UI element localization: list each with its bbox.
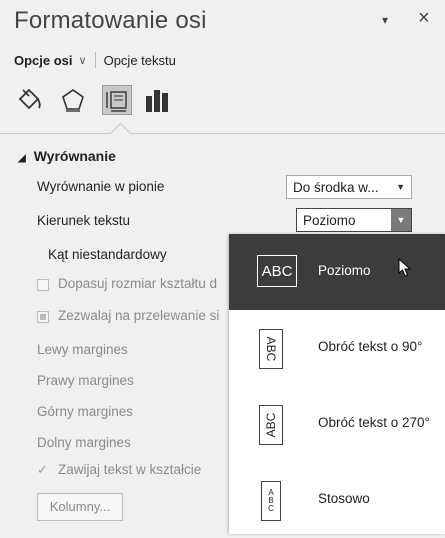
top-margin-label: Górny margines bbox=[37, 404, 134, 419]
menu-item-horizontal[interactable]: ABC Poziomo bbox=[229, 234, 445, 310]
panel-options-dropdown-icon[interactable]: ▾ bbox=[382, 13, 388, 27]
chevron-down-icon[interactable]: ▼ bbox=[391, 209, 411, 231]
menu-item-stacked[interactable]: ABC Stosowo bbox=[229, 462, 445, 538]
icon-row-divider bbox=[0, 133, 445, 134]
tab-divider bbox=[94, 52, 96, 68]
text-direction-label: Kierunek tekstu bbox=[37, 213, 131, 228]
stacked-preview-icon: ABC bbox=[261, 481, 281, 521]
bottom-margin-label: Dolny margines bbox=[37, 435, 131, 450]
overflow-checkbox[interactable] bbox=[37, 311, 49, 323]
mouse-pointer-icon bbox=[398, 257, 412, 283]
wrap-checkbox[interactable]: ✓ bbox=[37, 463, 51, 476]
category-icon-row bbox=[14, 85, 434, 115]
vertical-alignment-label: Wyrównanie w pionie bbox=[37, 179, 165, 194]
menu-item-rotate-270[interactable]: ABC Obróć tekst o 270° bbox=[229, 386, 445, 462]
size-properties-icon[interactable] bbox=[102, 85, 132, 115]
text-direction-select[interactable]: Poziomo ▼ bbox=[296, 208, 412, 232]
custom-angle-label: Kąt niestandardowy bbox=[48, 247, 167, 262]
wrap-label: Zawijaj tekst w kształcie bbox=[58, 462, 202, 477]
tab-axis-options[interactable]: Opcje osi bbox=[14, 53, 73, 68]
horizontal-preview-icon: ABC bbox=[257, 255, 297, 287]
options-tabs: Opcje osi ∨ Opcje tekstu bbox=[14, 52, 176, 68]
text-direction-menu: ABC Poziomo ABC Obróć tekst o 90° ABC Ob… bbox=[229, 234, 445, 534]
left-margin-label: Lewy margines bbox=[37, 342, 128, 357]
chevron-down-icon: ▼ bbox=[396, 182, 405, 192]
menu-item-rotate-90[interactable]: ABC Obróć tekst o 90° bbox=[229, 310, 445, 386]
stacked-letters: ABC bbox=[268, 488, 274, 513]
right-margin-label: Prawy margines bbox=[37, 373, 134, 388]
rotate-90-preview-icon: ABC bbox=[259, 329, 283, 369]
chevron-down-icon[interactable]: ∨ bbox=[79, 54, 87, 67]
effects-icon[interactable] bbox=[58, 85, 88, 115]
selected-category-pointer bbox=[109, 122, 132, 145]
columns-button[interactable]: Kolumny... bbox=[37, 493, 123, 521]
fill-line-icon[interactable] bbox=[14, 85, 44, 115]
close-icon[interactable]: × bbox=[418, 7, 430, 30]
autofit-checkbox[interactable] bbox=[37, 279, 49, 291]
overflow-label: Zezwalaj na przelewanie si bbox=[58, 308, 220, 323]
rotate-270-preview-icon: ABC bbox=[259, 405, 283, 445]
tab-text-options[interactable]: Opcje tekstu bbox=[104, 53, 176, 68]
collapse-triangle-icon[interactable]: ◢ bbox=[18, 153, 26, 164]
axis-options-icon[interactable] bbox=[142, 85, 172, 115]
autofit-label: Dopasuj rozmiar kształtu d bbox=[58, 276, 218, 291]
panel-title: Formatowanie osi bbox=[14, 7, 207, 34]
vertical-alignment-select[interactable]: Do środka w... ▼ bbox=[286, 175, 412, 199]
section-header-alignment[interactable]: ◢ Wyrównanie bbox=[18, 148, 116, 164]
